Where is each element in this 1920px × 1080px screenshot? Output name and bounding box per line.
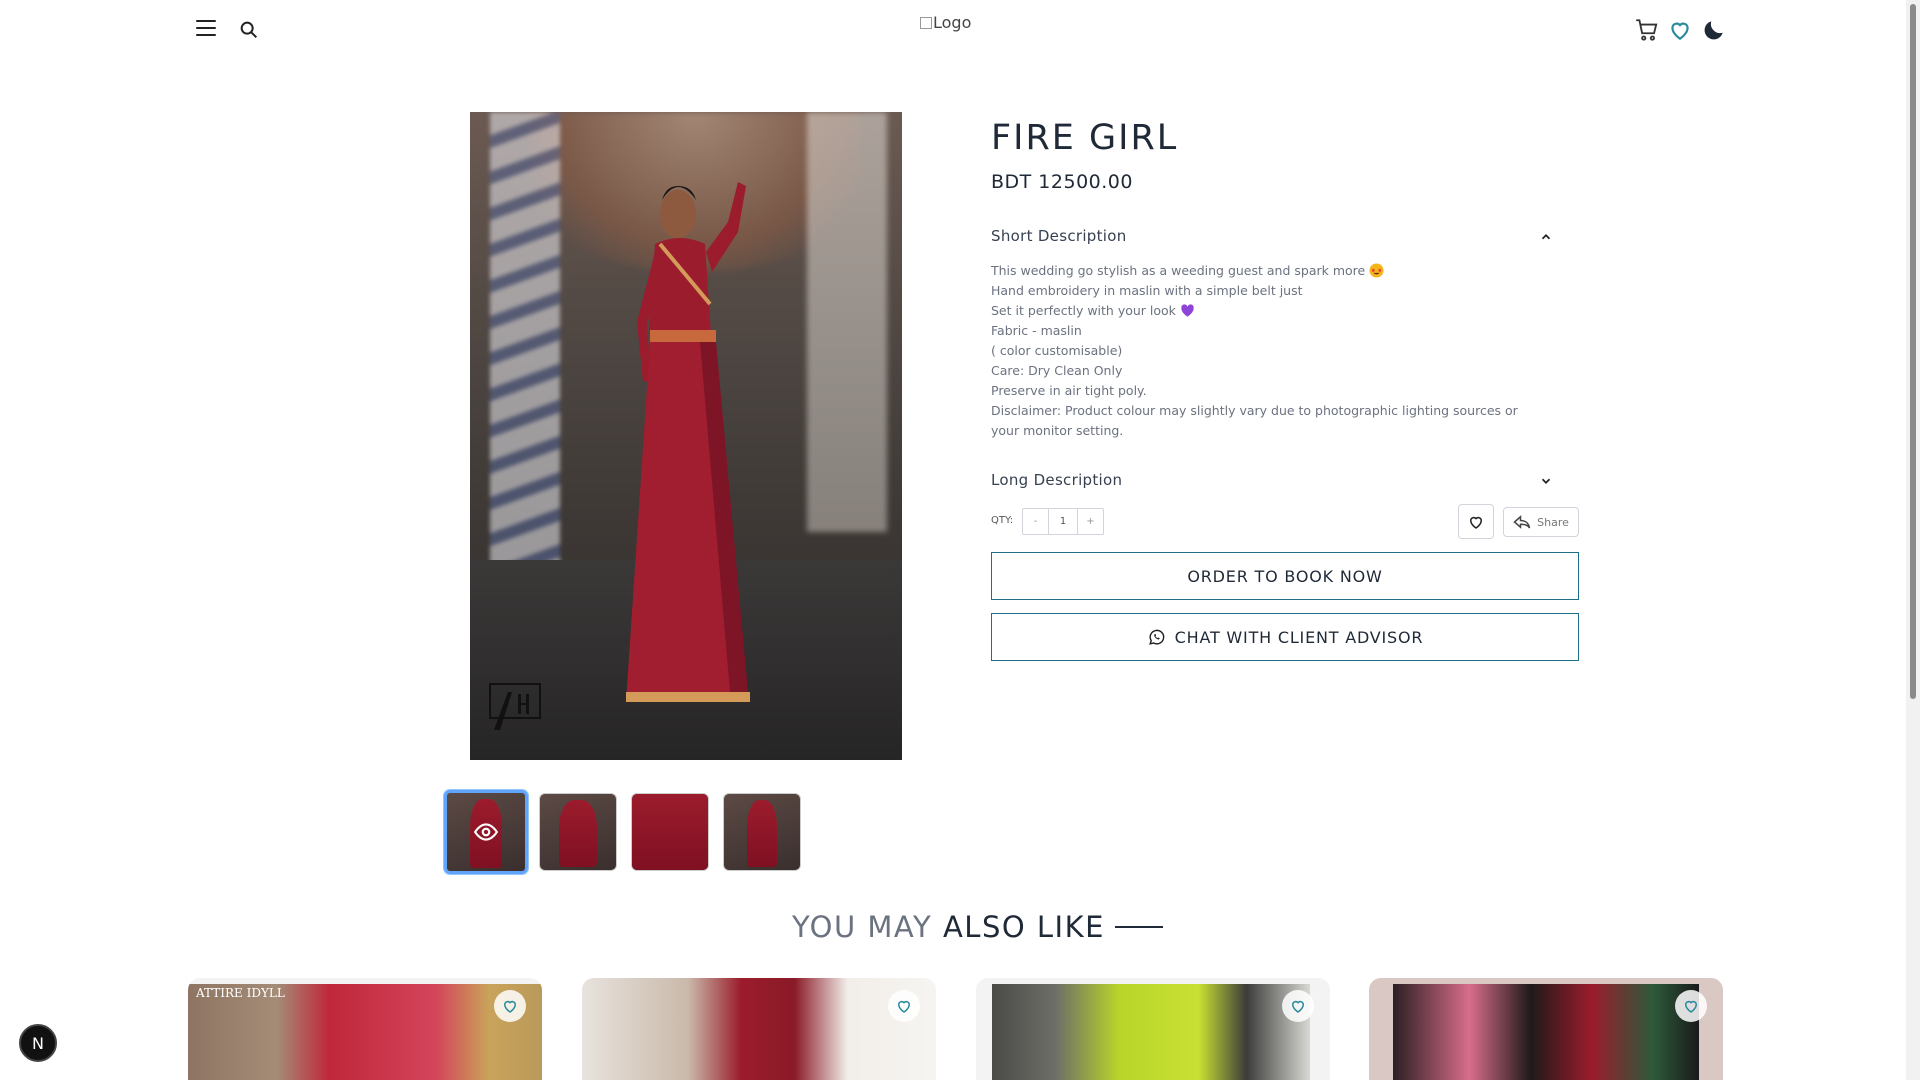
description-line: This wedding go stylish as a weeding gue…	[991, 263, 1366, 278]
order-to-book-now-button[interactable]: ORDER TO BOOK NOW	[991, 552, 1579, 600]
related-product-image[interactable]	[582, 978, 936, 1080]
heart-icon	[897, 1000, 911, 1013]
description-line: Set it perfectly with your look	[991, 303, 1176, 318]
qty-increment-button[interactable]: +	[1078, 509, 1103, 534]
model-in-red-saree	[626, 182, 750, 702]
order-button-label: ORDER TO BOOK NOW	[1187, 566, 1383, 586]
thumbnail-1[interactable]	[444, 790, 528, 874]
related-product-card[interactable]	[976, 978, 1330, 1080]
wishlist-toggle[interactable]	[888, 990, 920, 1022]
description-line: Disclaimer: Product colour may slightly …	[991, 403, 1518, 418]
chat-button-label: CHAT WITH CLIENT ADVISOR	[1174, 627, 1424, 647]
description-line: Hand embroidery in maslin with a simple …	[991, 283, 1303, 298]
purple-heart-emoji-icon	[1181, 304, 1194, 317]
chevron-down-icon	[1541, 478, 1551, 484]
related-product-image[interactable]	[992, 984, 1310, 1080]
product-price: BDT 12500.00	[991, 171, 1133, 193]
heart-icon	[1684, 1000, 1698, 1013]
product-main-image[interactable]	[470, 112, 902, 760]
description-line: ( color customisable)	[991, 343, 1123, 358]
share-label: Share	[1537, 515, 1569, 529]
heart-icon	[1291, 1000, 1305, 1013]
eye-icon	[473, 823, 499, 841]
card-watermark-text: ATTIRE IDYLL	[196, 986, 285, 1000]
long-description-toggle[interactable]: Long Description	[991, 470, 1561, 496]
short-description-text: This wedding go stylish as a weeding gue…	[991, 261, 1566, 441]
product-title: FIRE GIRL	[991, 118, 1179, 158]
short-description-label: Short Description	[991, 227, 1127, 245]
thumbnail-4[interactable]	[723, 793, 801, 871]
qty-label: QTY:	[991, 515, 1014, 526]
thumbnail-strip	[444, 790, 824, 874]
section-title-light: YOU MAY	[792, 910, 943, 944]
description-line: your monitor setting.	[991, 423, 1124, 438]
qty-value[interactable]: 1	[1048, 509, 1078, 534]
star-struck-emoji-icon	[1369, 263, 1384, 278]
related-product-card[interactable]: ATTIRE IDYLL	[188, 978, 542, 1080]
related-product-card[interactable]	[582, 978, 936, 1080]
qty-decrement-button[interactable]: -	[1023, 509, 1048, 534]
chat-with-client-advisor-button[interactable]: CHAT WITH CLIENT ADVISOR	[991, 613, 1579, 661]
background-pillar	[490, 112, 560, 572]
site-header: Logo	[0, 0, 1906, 60]
watermark-logo	[489, 683, 541, 730]
section-title-dark: ALSO LIKE	[942, 910, 1105, 944]
description-line: Preserve in air tight poly.	[991, 383, 1147, 398]
thumbnail-3[interactable]	[631, 793, 709, 871]
menu-icon[interactable]	[196, 20, 216, 38]
whatsapp-icon	[1148, 629, 1164, 645]
wishlist-toggle[interactable]	[494, 990, 526, 1022]
heart-icon	[503, 1000, 517, 1013]
description-line: Care: Dry Clean Only	[991, 363, 1123, 378]
moon-icon[interactable]	[1701, 17, 1727, 43]
background-wall	[807, 112, 887, 532]
heart-icon[interactable]	[1667, 17, 1693, 43]
heart-icon	[1469, 516, 1483, 529]
long-description-label: Long Description	[991, 471, 1123, 489]
nextjs-dev-badge[interactable]: N	[19, 1024, 57, 1062]
scrollbar-thumb[interactable]	[1910, 4, 1916, 699]
title-rule	[1114, 926, 1163, 928]
add-to-wishlist-button[interactable]	[1458, 504, 1494, 539]
thumbnail-2[interactable]	[539, 793, 617, 871]
quantity-stepper: - 1 +	[1022, 508, 1104, 535]
related-product-card[interactable]	[1369, 978, 1723, 1080]
wishlist-toggle[interactable]	[1675, 990, 1707, 1022]
chevron-up-icon	[1541, 234, 1551, 240]
cart-icon[interactable]	[1634, 17, 1660, 43]
short-description-toggle[interactable]: Short Description	[991, 226, 1561, 252]
related-product-image[interactable]	[1393, 984, 1699, 1080]
share-button[interactable]: Share	[1503, 507, 1579, 537]
page-scrollbar[interactable]	[1906, 0, 1920, 1080]
wishlist-toggle[interactable]	[1282, 990, 1314, 1022]
description-line: Fabric - maslin	[991, 323, 1082, 338]
site-logo[interactable]: Logo	[920, 13, 971, 32]
search-icon[interactable]	[238, 19, 260, 41]
reply-arrow-icon	[1513, 515, 1531, 529]
section-title-you-may-also-like: YOU MAY ALSO LIKE	[792, 910, 1163, 944]
